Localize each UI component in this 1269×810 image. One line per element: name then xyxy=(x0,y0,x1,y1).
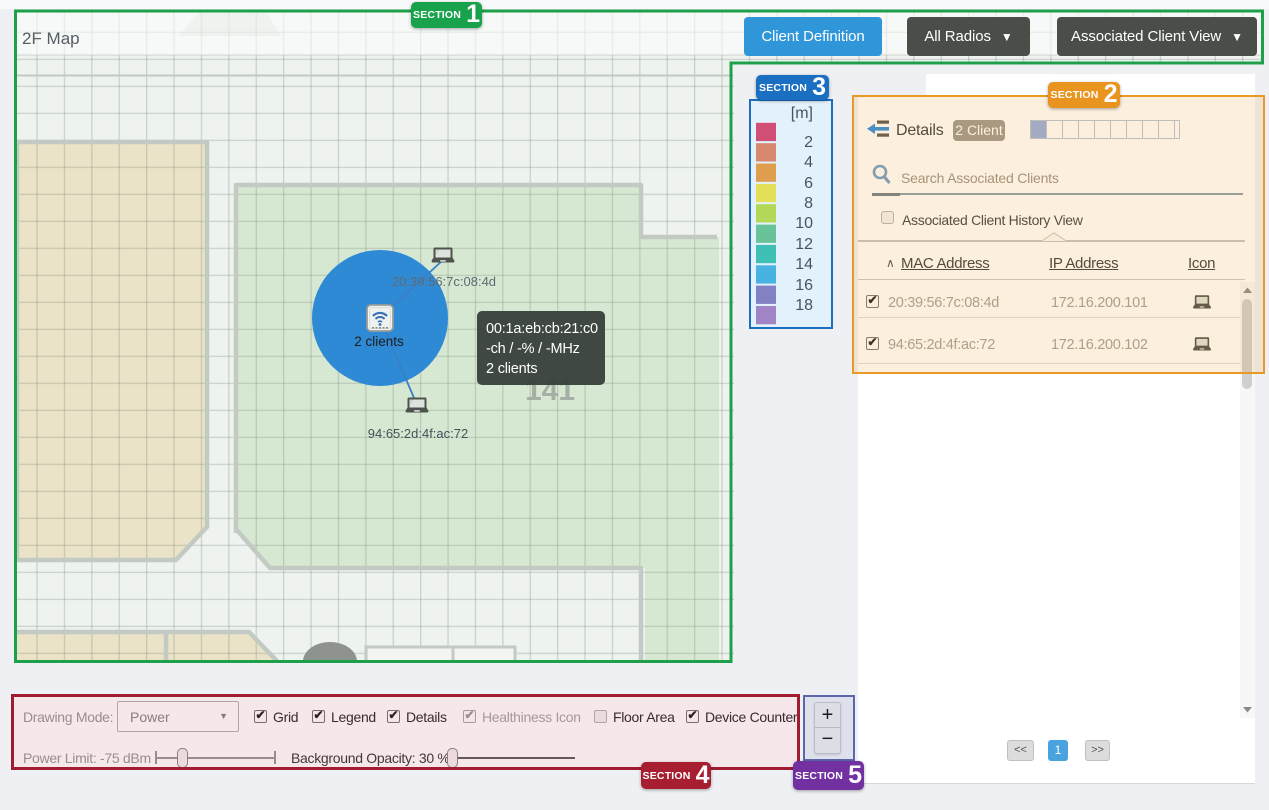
svg-text:2 clients: 2 clients xyxy=(354,334,404,349)
svg-text:94:65:2d:4f:ac:72: 94:65:2d:4f:ac:72 xyxy=(368,426,468,441)
svg-text:20:39:56:7c:08:4d: 20:39:56:7c:08:4d xyxy=(392,274,496,289)
